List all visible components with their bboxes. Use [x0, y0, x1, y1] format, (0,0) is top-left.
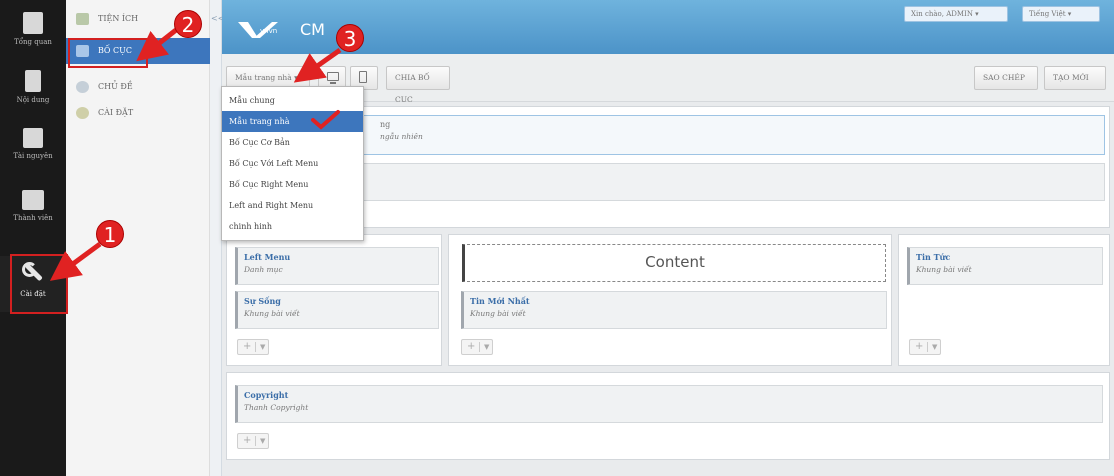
- subnav-item-settings[interactable]: Cài đặt: [66, 100, 210, 126]
- users-icon: [22, 190, 44, 210]
- add-block-button[interactable]: + ▼: [237, 433, 269, 449]
- rail-item-members[interactable]: Thành viên: [0, 190, 66, 222]
- create-new-button[interactable]: Tạo mới: [1044, 66, 1106, 90]
- content-placeholder[interactable]: Content: [462, 244, 886, 282]
- block-title: Copyright: [244, 390, 289, 400]
- plus-icon: +: [243, 341, 252, 352]
- chevron-down-icon: ▼: [260, 343, 266, 351]
- right-column: Tin Tức Khung bài viết + ▼: [898, 234, 1110, 366]
- rail-item-content[interactable]: Nội dung: [0, 70, 66, 104]
- subnav-item-label: Cài đặt: [98, 108, 134, 117]
- chevron-down-icon: ▼: [932, 343, 938, 351]
- dropdown-option[interactable]: Bố Cục Với Left Menu: [222, 153, 363, 174]
- center-column: Content Tin Mới Nhất Khung bài viết + ▼: [448, 234, 892, 366]
- step-badge-2: 2: [174, 10, 202, 38]
- layout-block-copyright[interactable]: Copyright Thanh Copyright: [235, 385, 1103, 423]
- add-block-button[interactable]: + ▼: [461, 339, 493, 355]
- tablet-icon: [359, 71, 367, 83]
- highlight-box-settings: [10, 254, 68, 314]
- block-subtitle: Thanh Copyright: [244, 403, 309, 412]
- archive-icon: [23, 128, 43, 148]
- block-subtitle: Khung bài viết: [916, 265, 972, 274]
- subnav-item-label: Tiện ích: [98, 14, 139, 23]
- plus-icon: +: [243, 435, 252, 446]
- rail-item-label: Tổng quan: [14, 38, 52, 46]
- left-column: Left Menu Danh mục Sự Sống Khung bài viế…: [226, 234, 442, 366]
- dropdown-option[interactable]: Mẫu chung: [222, 90, 363, 111]
- layout-block-left-menu[interactable]: Left Menu Danh mục: [235, 247, 439, 285]
- rail-item-label: Thành viên: [13, 214, 53, 222]
- document-icon: [25, 70, 41, 92]
- settings-subnav: Tiện ích Bố cục Chủ đề Cài đặt: [66, 0, 210, 476]
- highlight-box-layout: [68, 38, 148, 68]
- footer-region: Copyright Thanh Copyright + ▼: [226, 372, 1110, 460]
- layout-block-news[interactable]: Tin Tức Khung bài viết: [907, 247, 1103, 285]
- block-subtitle: ngẫu nhiên: [380, 132, 423, 141]
- chevron-down-icon: ▼: [260, 437, 266, 445]
- block-title: Tin Tức: [916, 252, 951, 262]
- language-select[interactable]: Tiếng Việt ▾: [1022, 6, 1100, 22]
- chevron-down-icon: ▼: [484, 343, 490, 351]
- block-title: Sự Sống: [244, 296, 281, 306]
- home-icon: [23, 12, 43, 34]
- gear-icon: [76, 107, 89, 119]
- block-title: ng: [380, 120, 391, 129]
- block-subtitle: Danh mục: [244, 265, 283, 274]
- add-block-button[interactable]: + ▼: [237, 339, 269, 355]
- logo-wordmark: vnvn: [260, 27, 278, 35]
- main-sidebar: Tổng quan Nội dung Tài nguyên Thành viên…: [0, 0, 66, 476]
- dropdown-option[interactable]: Left and Right Menu: [222, 195, 363, 216]
- subnav-item-theme[interactable]: Chủ đề: [66, 74, 210, 100]
- puzzle-icon: [76, 13, 89, 25]
- block-title: Left Menu: [244, 252, 291, 262]
- rail-item-label: Tài nguyên: [13, 152, 53, 160]
- add-block-button[interactable]: + ▼: [909, 339, 941, 355]
- rail-item-resources[interactable]: Tài nguyên: [0, 128, 66, 160]
- template-dropdown-menu: Mẫu chung Mẫu trang nhà Bố Cục Cơ Bản Bố…: [221, 86, 364, 241]
- theme-icon: [76, 81, 89, 93]
- copy-button[interactable]: Sao chép: [974, 66, 1038, 90]
- subnav-item-label: Chủ đề: [98, 82, 133, 91]
- block-subtitle: Khung bài viết: [244, 309, 300, 318]
- step-badge-1: 1: [96, 220, 124, 248]
- block-subtitle: Khung bài viết: [470, 309, 526, 318]
- dropdown-option-selected[interactable]: Mẫu trang nhà: [222, 111, 363, 132]
- rail-item-overview[interactable]: Tổng quan: [0, 12, 66, 46]
- monitor-icon: [327, 72, 339, 84]
- block-title: Tin Mới Nhất: [470, 296, 530, 306]
- dropdown-option[interactable]: Bố Cục Right Menu: [222, 174, 363, 195]
- user-menu[interactable]: Xin chào, ADMIN ▾: [904, 6, 1008, 22]
- step-badge-3: 3: [336, 24, 364, 52]
- logo-suffix: CM: [300, 20, 325, 39]
- rail-item-label: Nội dung: [16, 96, 50, 104]
- split-layout-button[interactable]: Chia bố cục: [386, 66, 450, 104]
- dropdown-option[interactable]: Bố Cục Cơ Bản: [222, 132, 363, 153]
- layout-block-latest-news[interactable]: Tin Mới Nhất Khung bài viết: [461, 291, 887, 329]
- plus-icon: +: [915, 341, 924, 352]
- layout-block-su-song[interactable]: Sự Sống Khung bài viết: [235, 291, 439, 329]
- dropdown-option[interactable]: chinh hinh: [222, 216, 363, 237]
- plus-icon: +: [467, 341, 476, 352]
